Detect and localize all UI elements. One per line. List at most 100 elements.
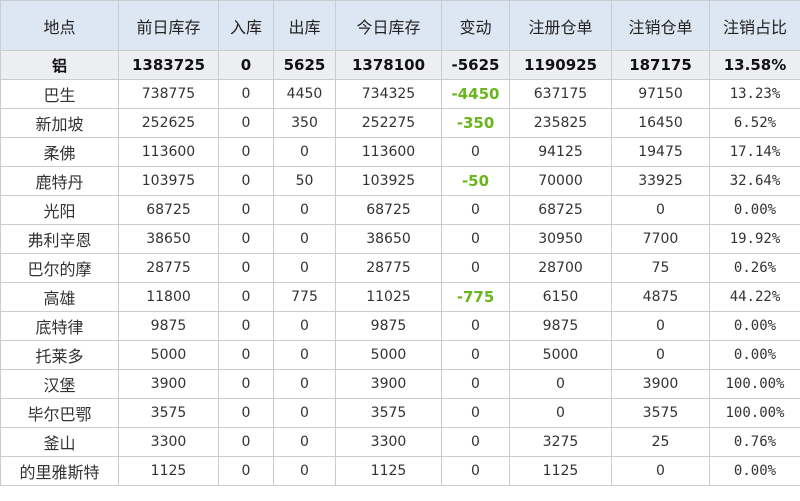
cell-today-stock: 5000 bbox=[335, 340, 442, 370]
cell-change: 0 bbox=[441, 369, 510, 399]
total-cancelled-ratio: 13.58% bbox=[709, 50, 800, 80]
cell-location: 釜山 bbox=[0, 427, 119, 457]
cell-inbound: 0 bbox=[218, 166, 274, 196]
total-outbound: 5625 bbox=[273, 50, 336, 80]
cell-registered-warrants: 3275 bbox=[509, 427, 612, 457]
cell-location: 新加坡 bbox=[0, 108, 119, 138]
cell-cancelled-warrants: 19475 bbox=[611, 137, 710, 167]
table-row: 毕尔巴鄂 3575 0 0 3575 0 0 3575 100.00% bbox=[0, 398, 800, 428]
cell-prev-stock: 68725 bbox=[118, 195, 219, 225]
cell-cancelled-ratio: 19.92% bbox=[709, 224, 800, 254]
cell-outbound: 4450 bbox=[273, 79, 336, 109]
cell-inbound: 0 bbox=[218, 369, 274, 399]
cell-outbound: 775 bbox=[273, 282, 336, 312]
cell-location: 托莱多 bbox=[0, 340, 119, 370]
cell-cancelled-warrants: 0 bbox=[611, 456, 710, 486]
cell-change: 0 bbox=[441, 340, 510, 370]
cell-location: 巴尔的摩 bbox=[0, 253, 119, 283]
cell-outbound: 0 bbox=[273, 427, 336, 457]
cell-change: 0 bbox=[441, 224, 510, 254]
cell-cancelled-warrants: 33925 bbox=[611, 166, 710, 196]
cell-outbound: 0 bbox=[273, 311, 336, 341]
cell-location: 弗利辛恩 bbox=[0, 224, 119, 254]
cell-today-stock: 3300 bbox=[335, 427, 442, 457]
cell-outbound: 0 bbox=[273, 195, 336, 225]
cell-prev-stock: 103975 bbox=[118, 166, 219, 196]
header-registered-warrants: 注册仓单 bbox=[509, 0, 612, 51]
header-location: 地点 bbox=[0, 0, 119, 51]
cell-registered-warrants: 1125 bbox=[509, 456, 612, 486]
cell-prev-stock: 9875 bbox=[118, 311, 219, 341]
cell-registered-warrants: 30950 bbox=[509, 224, 612, 254]
cell-inbound: 0 bbox=[218, 311, 274, 341]
cell-cancelled-ratio: 0.26% bbox=[709, 253, 800, 283]
cell-prev-stock: 11800 bbox=[118, 282, 219, 312]
cell-cancelled-warrants: 0 bbox=[611, 311, 710, 341]
cell-prev-stock: 252625 bbox=[118, 108, 219, 138]
header-cancelled-ratio: 注销占比 bbox=[709, 0, 800, 51]
cell-today-stock: 3900 bbox=[335, 369, 442, 399]
cell-outbound: 350 bbox=[273, 108, 336, 138]
cell-cancelled-warrants: 3900 bbox=[611, 369, 710, 399]
cell-change: 0 bbox=[441, 427, 510, 457]
header-today-stock: 今日库存 bbox=[335, 0, 442, 51]
cell-cancelled-ratio: 0.00% bbox=[709, 340, 800, 370]
cell-cancelled-warrants: 0 bbox=[611, 340, 710, 370]
cell-today-stock: 28775 bbox=[335, 253, 442, 283]
cell-prev-stock: 28775 bbox=[118, 253, 219, 283]
cell-location: 底特律 bbox=[0, 311, 119, 341]
cell-cancelled-ratio: 0.76% bbox=[709, 427, 800, 457]
cell-registered-warrants: 235825 bbox=[509, 108, 612, 138]
header-row: 地点 前日库存 入库 出库 今日库存 变动 注册仓单 注销仓单 注销占比 bbox=[0, 0, 800, 51]
cell-prev-stock: 3300 bbox=[118, 427, 219, 457]
table-row: 高雄 11800 0 775 11025 -775 6150 4875 44.22% bbox=[0, 282, 800, 312]
table-row: 底特律 9875 0 0 9875 0 9875 0 0.00% bbox=[0, 311, 800, 341]
cell-change: 0 bbox=[441, 137, 510, 167]
cell-today-stock: 3575 bbox=[335, 398, 442, 428]
total-today-stock: 1378100 bbox=[335, 50, 442, 80]
cell-inbound: 0 bbox=[218, 224, 274, 254]
table-row: 的里雅斯特 1125 0 0 1125 0 1125 0 0.00% bbox=[0, 456, 800, 486]
cell-change: -4450 bbox=[441, 79, 510, 109]
cell-outbound: 0 bbox=[273, 456, 336, 486]
table-row: 托莱多 5000 0 0 5000 0 5000 0 0.00% bbox=[0, 340, 800, 370]
table-row: 巴生 738775 0 4450 734325 -4450 637175 97150 13.23… bbox=[0, 79, 800, 109]
cell-cancelled-ratio: 100.00% bbox=[709, 369, 800, 399]
cell-change: 0 bbox=[441, 456, 510, 486]
cell-registered-warrants: 28700 bbox=[509, 253, 612, 283]
inventory-table: 地点 前日库存 入库 出库 今日库存 变动 注册仓单 注销仓单 注销占比 铝 1… bbox=[0, 0, 800, 486]
cell-cancelled-warrants: 25 bbox=[611, 427, 710, 457]
cell-cancelled-ratio: 44.22% bbox=[709, 282, 800, 312]
cell-outbound: 0 bbox=[273, 369, 336, 399]
cell-cancelled-ratio: 17.14% bbox=[709, 137, 800, 167]
cell-registered-warrants: 94125 bbox=[509, 137, 612, 167]
cell-prev-stock: 38650 bbox=[118, 224, 219, 254]
total-change: -5625 bbox=[441, 50, 510, 80]
cell-cancelled-warrants: 0 bbox=[611, 195, 710, 225]
cell-cancelled-ratio: 6.52% bbox=[709, 108, 800, 138]
cell-cancelled-ratio: 0.00% bbox=[709, 311, 800, 341]
cell-location: 鹿特丹 bbox=[0, 166, 119, 196]
table-row: 巴尔的摩 28775 0 0 28775 0 28700 75 0.26% bbox=[0, 253, 800, 283]
header-cancelled-warrants: 注销仓单 bbox=[611, 0, 710, 51]
cell-today-stock: 252275 bbox=[335, 108, 442, 138]
cell-inbound: 0 bbox=[218, 253, 274, 283]
cell-cancelled-ratio: 32.64% bbox=[709, 166, 800, 196]
cell-location: 的里雅斯特 bbox=[0, 456, 119, 486]
cell-outbound: 0 bbox=[273, 137, 336, 167]
cell-change: -350 bbox=[441, 108, 510, 138]
cell-cancelled-warrants: 7700 bbox=[611, 224, 710, 254]
table-row: 新加坡 252625 0 350 252275 -350 235825 16450 6.52% bbox=[0, 108, 800, 138]
cell-prev-stock: 3900 bbox=[118, 369, 219, 399]
total-registered-warrants: 1190925 bbox=[509, 50, 612, 80]
cell-cancelled-warrants: 75 bbox=[611, 253, 710, 283]
cell-today-stock: 1125 bbox=[335, 456, 442, 486]
cell-location: 光阳 bbox=[0, 195, 119, 225]
cell-outbound: 0 bbox=[273, 224, 336, 254]
cell-inbound: 0 bbox=[218, 427, 274, 457]
cell-inbound: 0 bbox=[218, 340, 274, 370]
cell-outbound: 50 bbox=[273, 166, 336, 196]
cell-cancelled-ratio: 0.00% bbox=[709, 195, 800, 225]
cell-inbound: 0 bbox=[218, 79, 274, 109]
table-row: 釜山 3300 0 0 3300 0 3275 25 0.76% bbox=[0, 427, 800, 457]
